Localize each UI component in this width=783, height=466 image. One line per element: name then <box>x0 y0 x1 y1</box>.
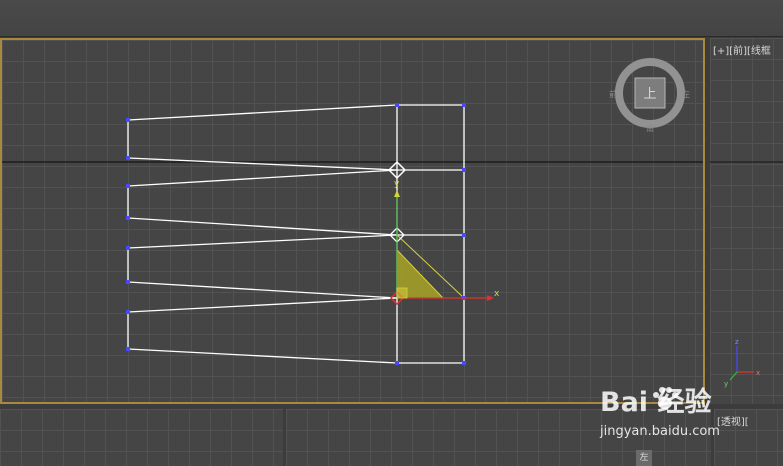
gizmo-x-arrow <box>487 295 494 301</box>
viewcube-face-label: 上 <box>643 87 656 102</box>
gizmo-y-label: y <box>394 179 400 189</box>
gizmo-plane-handle <box>396 287 408 299</box>
viewcube[interactable]: 上 前 左 南 <box>609 58 690 133</box>
viewcube-left-label: 前 <box>609 89 617 99</box>
gizmo-x-label: x <box>494 289 500 299</box>
main-toolbar <box>0 0 783 37</box>
viewcube-bottom-label: 南 <box>646 123 654 133</box>
watermark-url: jingyan.baidu.com <box>600 424 720 439</box>
viewport-right-canvas: z x y <box>710 161 783 388</box>
wireframe-mesh[interactable] <box>127 104 465 364</box>
viewport-main-canvas: x y 上 前 左 南 <box>2 58 703 365</box>
viewcube-right-label: 左 <box>682 89 690 99</box>
viewport-main[interactable]: x y 上 前 左 南 <box>0 38 705 404</box>
baidu-watermark: Bai 经验 jingyan.baidu.com <box>596 380 776 460</box>
paw-icon <box>653 387 678 409</box>
viewport-bottom-left[interactable] <box>0 409 283 466</box>
axis-x-label: x <box>756 369 760 377</box>
axis-z-label: z <box>735 338 739 346</box>
vertex-points[interactable] <box>126 103 466 365</box>
viewport-right[interactable]: [+][前][线框 z x y <box>710 38 783 404</box>
gizmo-y-arrow <box>394 190 400 197</box>
